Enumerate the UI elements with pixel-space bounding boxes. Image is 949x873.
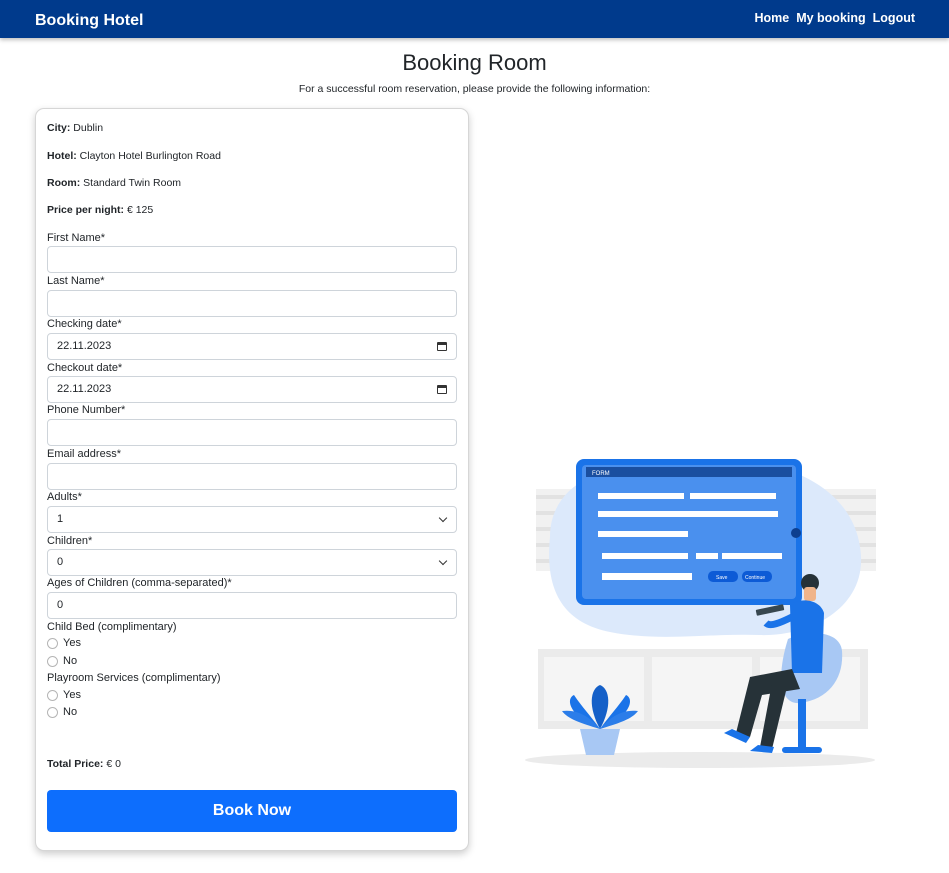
room-value: Standard Twin Room bbox=[83, 177, 182, 189]
room-info: Room: Standard Twin Room bbox=[47, 177, 181, 189]
radio-circle-icon[interactable] bbox=[47, 637, 58, 649]
illustration-save-label: Save bbox=[716, 575, 728, 581]
calendar-icon[interactable] bbox=[437, 385, 447, 394]
city-value: Dublin bbox=[73, 122, 104, 134]
chevron-down-icon bbox=[438, 556, 448, 566]
child-bed-no-radio[interactable]: No bbox=[47, 655, 77, 667]
price-info: Price per night: € 125 bbox=[47, 204, 153, 216]
radio-label: No bbox=[63, 706, 78, 718]
child-bed-label: Child Bed (complimentary) bbox=[47, 621, 177, 633]
radio-label: Yes bbox=[63, 637, 81, 649]
radio-circle-icon[interactable] bbox=[47, 706, 58, 718]
checkout-date-value: 22.11.2023 bbox=[57, 383, 112, 395]
hotel-value: Clayton Hotel Burlington Road bbox=[79, 150, 221, 162]
city-label: City: bbox=[47, 122, 71, 134]
ages-input[interactable]: 0 bbox=[47, 592, 457, 619]
playroom-no-radio[interactable]: No bbox=[47, 706, 77, 718]
phone-label: Phone Number* bbox=[47, 404, 126, 416]
brand-logo[interactable]: Booking Hotel bbox=[35, 12, 143, 30]
checkin-label: Checking date* bbox=[47, 318, 122, 330]
total-price-value: € 0 bbox=[106, 758, 121, 770]
radio-circle-icon[interactable] bbox=[47, 655, 58, 667]
booking-form-illustration: FORM Save Continue bbox=[525, 459, 876, 768]
email-input[interactable] bbox=[47, 463, 457, 490]
radio-label: Yes bbox=[63, 689, 81, 701]
children-select[interactable]: 0 bbox=[47, 549, 457, 576]
checkout-date-input[interactable]: 22.11.2023 bbox=[47, 376, 457, 403]
checkout-label: Checkout date* bbox=[47, 362, 123, 374]
checkin-date-value: 22.11.2023 bbox=[57, 340, 112, 352]
first-name-input[interactable] bbox=[47, 246, 457, 273]
adults-label: Adults* bbox=[47, 491, 82, 503]
checkin-date-input[interactable]: 22.11.2023 bbox=[47, 333, 457, 360]
last-name-input[interactable] bbox=[47, 290, 457, 317]
total-price-label: Total Price: bbox=[47, 758, 104, 770]
hotel-label: Hotel: bbox=[47, 150, 77, 162]
adults-value: 1 bbox=[57, 513, 64, 525]
navbar: Booking Hotel Home My booking Logout bbox=[0, 0, 949, 38]
room-label: Room: bbox=[47, 177, 81, 189]
radio-circle-icon[interactable] bbox=[47, 689, 58, 701]
children-value: 0 bbox=[57, 556, 64, 568]
total-price: Total Price: € 0 bbox=[47, 758, 121, 770]
children-label: Children* bbox=[47, 535, 93, 547]
page-subtitle: For a successful room reservation, pleas… bbox=[298, 83, 651, 95]
adults-select[interactable]: 1 bbox=[47, 506, 457, 533]
child-bed-yes-radio[interactable]: Yes bbox=[47, 637, 81, 649]
calendar-icon[interactable] bbox=[437, 342, 447, 351]
radio-label: No bbox=[63, 655, 78, 667]
playroom-yes-radio[interactable]: Yes bbox=[47, 689, 81, 701]
nav-my-booking-link[interactable]: My booking bbox=[796, 11, 865, 25]
page-title: Booking Room bbox=[402, 50, 547, 75]
phone-input[interactable] bbox=[47, 419, 457, 446]
book-now-button[interactable]: Book Now bbox=[47, 790, 457, 832]
first-name-label: First Name* bbox=[47, 232, 106, 244]
price-label: Price per night: bbox=[47, 204, 125, 216]
ages-label: Ages of Children (comma-separated)* bbox=[47, 577, 232, 589]
nav-links: Home My booking Logout bbox=[754, 11, 915, 25]
hotel-info: Hotel: Clayton Hotel Burlington Road bbox=[47, 150, 221, 162]
nav-home-link[interactable]: Home bbox=[754, 11, 789, 25]
playroom-label: Playroom Services (complimentary) bbox=[47, 672, 221, 684]
email-label: Email address* bbox=[47, 448, 121, 460]
illustration-form-header: FORM bbox=[592, 471, 610, 477]
chevron-down-icon bbox=[438, 513, 448, 523]
nav-logout-link[interactable]: Logout bbox=[873, 11, 915, 25]
last-name-label: Last Name* bbox=[47, 275, 105, 287]
price-value: € 125 bbox=[126, 204, 154, 216]
city-info: City: Dublin bbox=[47, 122, 103, 134]
illustration-continue-label: Continue bbox=[745, 575, 765, 581]
